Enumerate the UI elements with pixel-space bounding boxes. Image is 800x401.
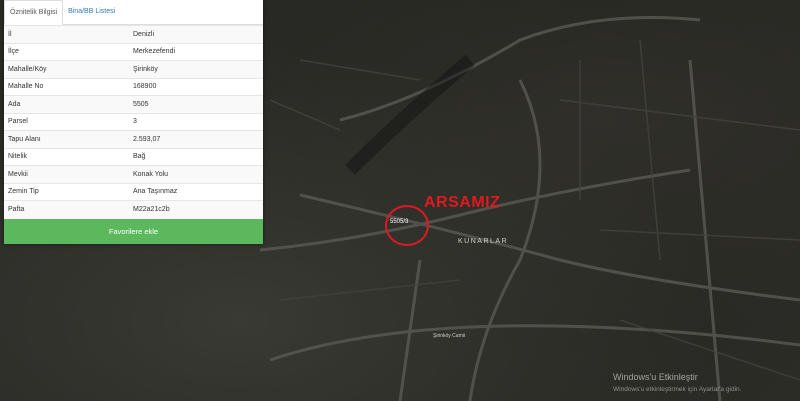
attr-key: Mahalle/Köy	[4, 60, 129, 78]
area-label: KUNARLAR	[458, 238, 509, 245]
table-row: İlçe Merkezefendi	[4, 42, 263, 61]
tab-building-list[interactable]: Bina/BB Listesi	[63, 0, 120, 24]
table-row: Pafta M22a21c2b	[4, 200, 263, 218]
attr-value: Konak Yolu	[129, 165, 263, 183]
attribute-panel: Öznitelik Bilgisi Bina/BB Listesi İl Deni…	[4, 0, 263, 244]
attr-key: İlçe	[4, 42, 129, 61]
table-row: Mahalle/Köy Şirinköy	[4, 60, 263, 78]
attr-key: Pafta	[4, 200, 129, 218]
street-label: Şirinköy Camii	[433, 333, 465, 339]
windows-activation-title: Windows'u Etkinleştir	[613, 372, 698, 382]
attr-value: Şirinköy	[129, 60, 263, 78]
parcel-marker-circle: 5505/3	[385, 205, 429, 246]
attr-value: Bağ	[129, 147, 263, 166]
windows-activation-subtitle: Windows'u etkinleştirmek için Ayarlar'a …	[613, 386, 742, 393]
table-row: Ada 5505	[4, 95, 263, 113]
attr-value: 2.593,07	[129, 130, 263, 148]
attr-key: Nitelik	[4, 147, 129, 166]
table-row: İl Denizli	[4, 25, 263, 43]
attr-value: 168900	[129, 77, 263, 96]
table-row: Parsel 3	[4, 112, 263, 131]
attr-value: 5505	[129, 95, 263, 113]
attr-value: Ana Taşınmaz	[129, 182, 263, 201]
attr-key: Mahalle No	[4, 77, 129, 96]
attr-value: 3	[129, 112, 263, 131]
table-row: Zemin Tip Ana Taşınmaz	[4, 182, 263, 201]
attr-value: Denizli	[129, 25, 263, 43]
panel-tabs: Öznitelik Bilgisi Bina/BB Listesi	[4, 0, 263, 25]
attr-value: M22a21c2b	[129, 200, 263, 218]
attribute-table: İl Denizli İlçe Merkezefendi Mahalle/Köy Şi…	[4, 25, 263, 218]
attr-key: İl	[4, 25, 129, 43]
attr-key: Parsel	[4, 112, 129, 131]
parcel-label: 5505/3	[390, 219, 409, 225]
table-row: Mahalle No 168900	[4, 77, 263, 96]
attr-key: Tapu Alanı	[4, 130, 129, 148]
table-row: Nitelik Bağ	[4, 147, 263, 166]
attr-value: Merkezefendi	[129, 42, 263, 61]
table-row: Tapu Alanı 2.593,07	[4, 130, 263, 148]
add-to-favorites-button[interactable]: Favorilere ekle	[4, 219, 263, 244]
tab-attributes[interactable]: Öznitelik Bilgisi	[4, 0, 64, 25]
table-row: Mevkii Konak Yolu	[4, 165, 263, 183]
parcel-annotation: ARSAMIZ	[424, 194, 501, 211]
attr-key: Ada	[4, 95, 129, 113]
attr-key: Mevkii	[4, 165, 129, 183]
attr-key: Zemin Tip	[4, 182, 129, 201]
